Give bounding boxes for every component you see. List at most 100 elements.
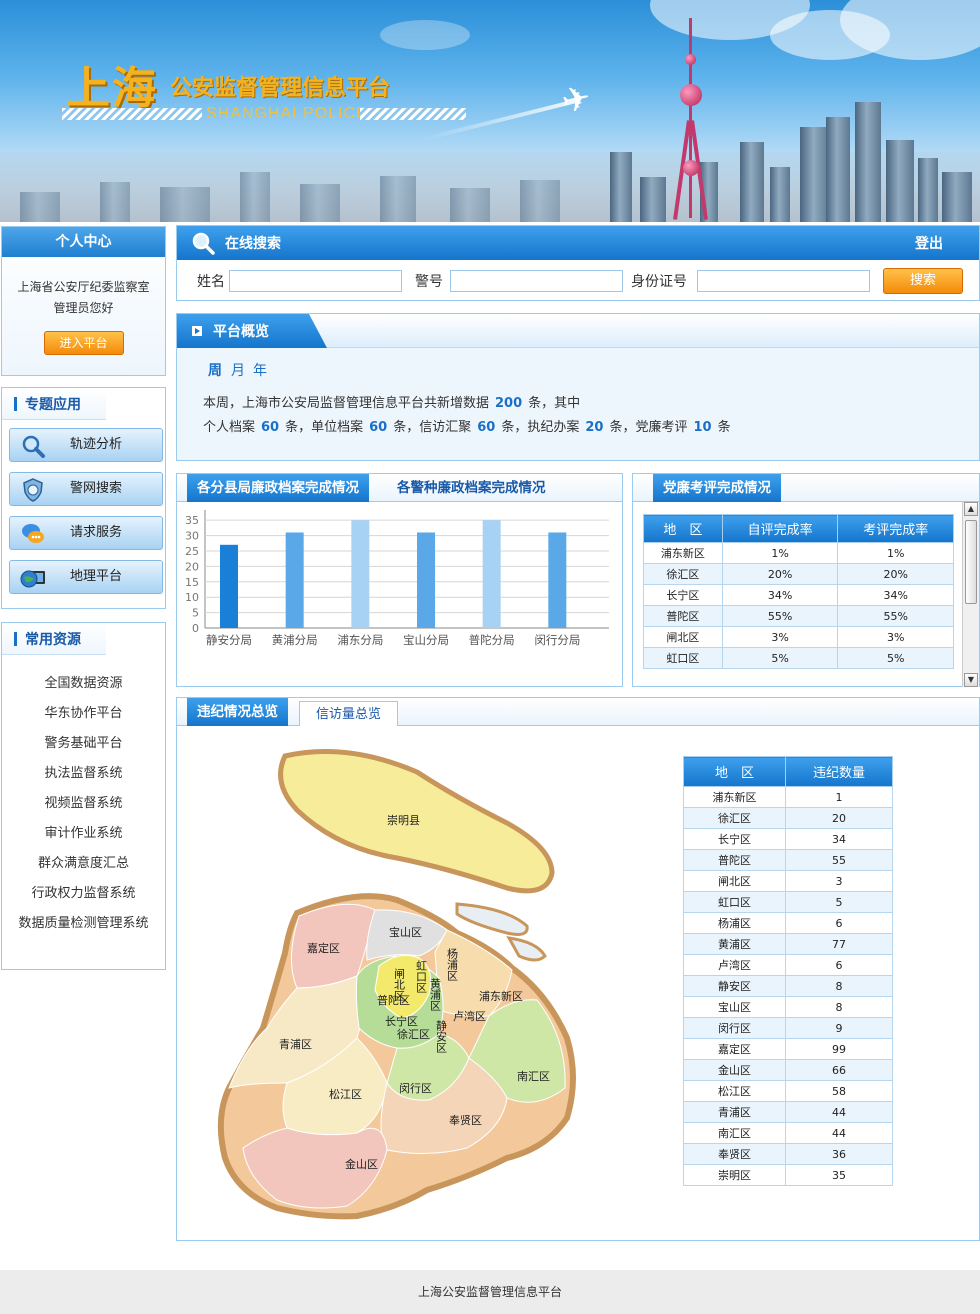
app-geo-platform[interactable]: 地理平台 — [9, 560, 163, 594]
x-tick-label: 普陀分局 — [469, 633, 515, 647]
map-label-hongkou: 虹口区 — [415, 960, 428, 993]
table-row[interactable]: 徐汇区 20% 20% — [643, 563, 954, 585]
table-row[interactable]: 虹口区 5% 5% — [643, 647, 954, 669]
table-row[interactable]: 南汇区 44 — [683, 1122, 893, 1144]
resource-link[interactable]: 审计作业系统 — [2, 819, 165, 849]
magnifier-icon — [20, 433, 46, 459]
chat-bubbles-icon — [20, 521, 46, 547]
table-cell: 58 — [785, 1080, 893, 1102]
table-row[interactable]: 黄浦区 77 — [683, 933, 893, 955]
scroll-thumb[interactable] — [965, 520, 977, 604]
id-number-input[interactable] — [697, 270, 870, 292]
violation-count-table: 地 区 违纪数量 浦东新区 1 徐汇区 20 长宁区 34 普陀区 55 闸北区 3 虹口区 5 杨浦区… — [683, 756, 893, 1186]
table-row[interactable]: 宝山区 8 — [683, 996, 893, 1018]
bar — [220, 544, 238, 628]
table-cell: 55% — [837, 605, 954, 627]
app-label: 地理平台 — [70, 569, 123, 584]
search-button[interactable]: 搜索 — [883, 268, 963, 294]
bar — [417, 532, 435, 628]
app-trajectory-analysis[interactable]: 轨迹分析 — [9, 428, 163, 462]
period-week[interactable]: 周 — [208, 360, 222, 380]
col-header: 违纪数量 — [785, 756, 893, 787]
table-row[interactable]: 闸北区 3 — [683, 870, 893, 892]
resource-link[interactable]: 警务基础平台 — [2, 729, 165, 759]
table-cell: 1% — [837, 542, 954, 564]
table-row[interactable]: 嘉定区 99 — [683, 1038, 893, 1060]
enter-platform-button[interactable]: 进入平台 — [43, 331, 124, 355]
table-cell: 20% — [837, 563, 954, 585]
resource-link[interactable]: 数据质量检测管理系统 — [2, 909, 165, 939]
table-row[interactable]: 长宁区 34% 34% — [643, 584, 954, 606]
resource-link[interactable]: 行政权力监督系统 — [2, 879, 165, 909]
search-panel: 在线搜索 登出 姓名 警号 身份证号 搜索 — [176, 225, 980, 301]
overview-title: 平台概览 — [213, 324, 269, 340]
table-row[interactable]: 静安区 8 — [683, 975, 893, 997]
badge-number-input[interactable] — [450, 270, 623, 292]
table-row[interactable]: 普陀区 55 — [683, 849, 893, 871]
tab-police-type-completion[interactable]: 各警种廉政档案完成情况 — [387, 474, 556, 502]
app-police-network-search[interactable]: 警网搜索 — [9, 472, 163, 506]
table-row[interactable]: 金山区 66 — [683, 1059, 893, 1081]
period-year[interactable]: 年 — [253, 360, 267, 380]
map-label-luwan: 卢湾区 — [453, 1009, 486, 1023]
table-row[interactable]: 崇明区 35 — [683, 1164, 893, 1186]
table-row[interactable]: 闸北区 3% 3% — [643, 626, 954, 648]
resources-title: 常用资源 — [2, 623, 106, 655]
bar-chart: 0 5 10 15 20 25 30 35 静安分局 黄浦分局 浦东分局 宝山分局 普陀分局 闵行分局 — [185, 510, 609, 647]
table-row[interactable]: 卢湾区 6 — [683, 954, 893, 976]
scrollbar[interactable]: ▲ ▼ — [962, 502, 979, 687]
resource-link[interactable]: 群众满意度汇总 — [2, 849, 165, 879]
y-tick-label: 30 — [185, 530, 199, 543]
name-input[interactable] — [229, 270, 402, 292]
y-tick-label: 0 — [192, 622, 199, 635]
table-cell: 8 — [785, 996, 893, 1018]
table-cell: 5 — [785, 891, 893, 913]
scroll-down-icon[interactable]: ▼ — [964, 673, 978, 687]
table-cell: 44 — [785, 1122, 893, 1144]
tab-party-eval[interactable]: 党廉考评完成情况 — [653, 474, 781, 502]
table-cell: 虹口区 — [643, 647, 723, 669]
table-row[interactable]: 杨浦区 6 — [683, 912, 893, 934]
resources-panel: 常用资源 全国数据资源 华东协作平台 警务基础平台 执法监督系统 视频监督系统 … — [1, 622, 166, 970]
tab-violation-overview[interactable]: 违纪情况总览 — [187, 698, 288, 726]
map-label-zhabei: 闸北区 — [393, 968, 406, 1001]
table-cell: 5% — [721, 647, 839, 669]
resource-link[interactable]: 视频监督系统 — [2, 789, 165, 819]
overview-panel: 平台概览 周 月 年 本周，上海市公安局监督管理信息平台共新增数据 200 条，其中… — [176, 313, 980, 461]
table-row[interactable]: 青浦区 44 — [683, 1101, 893, 1123]
table-cell: 嘉定区 — [683, 1038, 786, 1060]
resource-link[interactable]: 全国数据资源 — [2, 669, 165, 699]
table-cell: 徐汇区 — [683, 807, 786, 829]
map-label-chongming: 崇明县 — [387, 814, 420, 827]
search-icon — [191, 231, 215, 255]
resource-link[interactable]: 执法监督系统 — [2, 759, 165, 789]
table-row[interactable]: 浦东新区 1 — [683, 786, 893, 808]
app-request-service[interactable]: 请求服务 — [9, 516, 163, 550]
period-month[interactable]: 月 — [231, 360, 245, 380]
table-row[interactable]: 闵行区 9 — [683, 1017, 893, 1039]
col-header: 地 区 — [643, 514, 723, 543]
app-label: 警网搜索 — [70, 481, 123, 496]
scroll-up-icon[interactable]: ▲ — [964, 502, 978, 516]
table-row[interactable]: 普陀区 55% 55% — [643, 605, 954, 627]
resource-link[interactable]: 华东协作平台 — [2, 699, 165, 729]
overview-summary: 本周，上海市公安局监督管理信息平台共新增数据 200 条，其中 — [203, 396, 581, 411]
logout-link[interactable]: 登出 — [915, 226, 943, 262]
table-cell: 杨浦区 — [683, 912, 786, 934]
col-header: 自评完成率 — [721, 514, 839, 543]
table-cell: 普陀区 — [643, 605, 723, 627]
table-row[interactable]: 虹口区 5 — [683, 891, 893, 913]
tab-petition-overview[interactable]: 信访量总览 — [299, 701, 399, 726]
tab-branch-completion[interactable]: 各分县局廉政档案完成情况 — [187, 474, 369, 502]
table-row[interactable]: 长宁区 34 — [683, 828, 893, 850]
badge-label: 警号 — [415, 274, 443, 290]
table-row[interactable]: 奉贤区 36 — [683, 1143, 893, 1165]
table-cell: 34% — [837, 584, 954, 606]
table-cell: 崇明区 — [683, 1164, 786, 1186]
x-tick-label: 宝山分局 — [403, 633, 449, 647]
table-row[interactable]: 徐汇区 20 — [683, 807, 893, 829]
greeting-role: 管理员您好 — [53, 301, 114, 315]
table-row[interactable]: 浦东新区 1% 1% — [643, 542, 954, 564]
map-label-jiading: 嘉定区 — [307, 941, 340, 955]
table-row[interactable]: 松江区 58 — [683, 1080, 893, 1102]
